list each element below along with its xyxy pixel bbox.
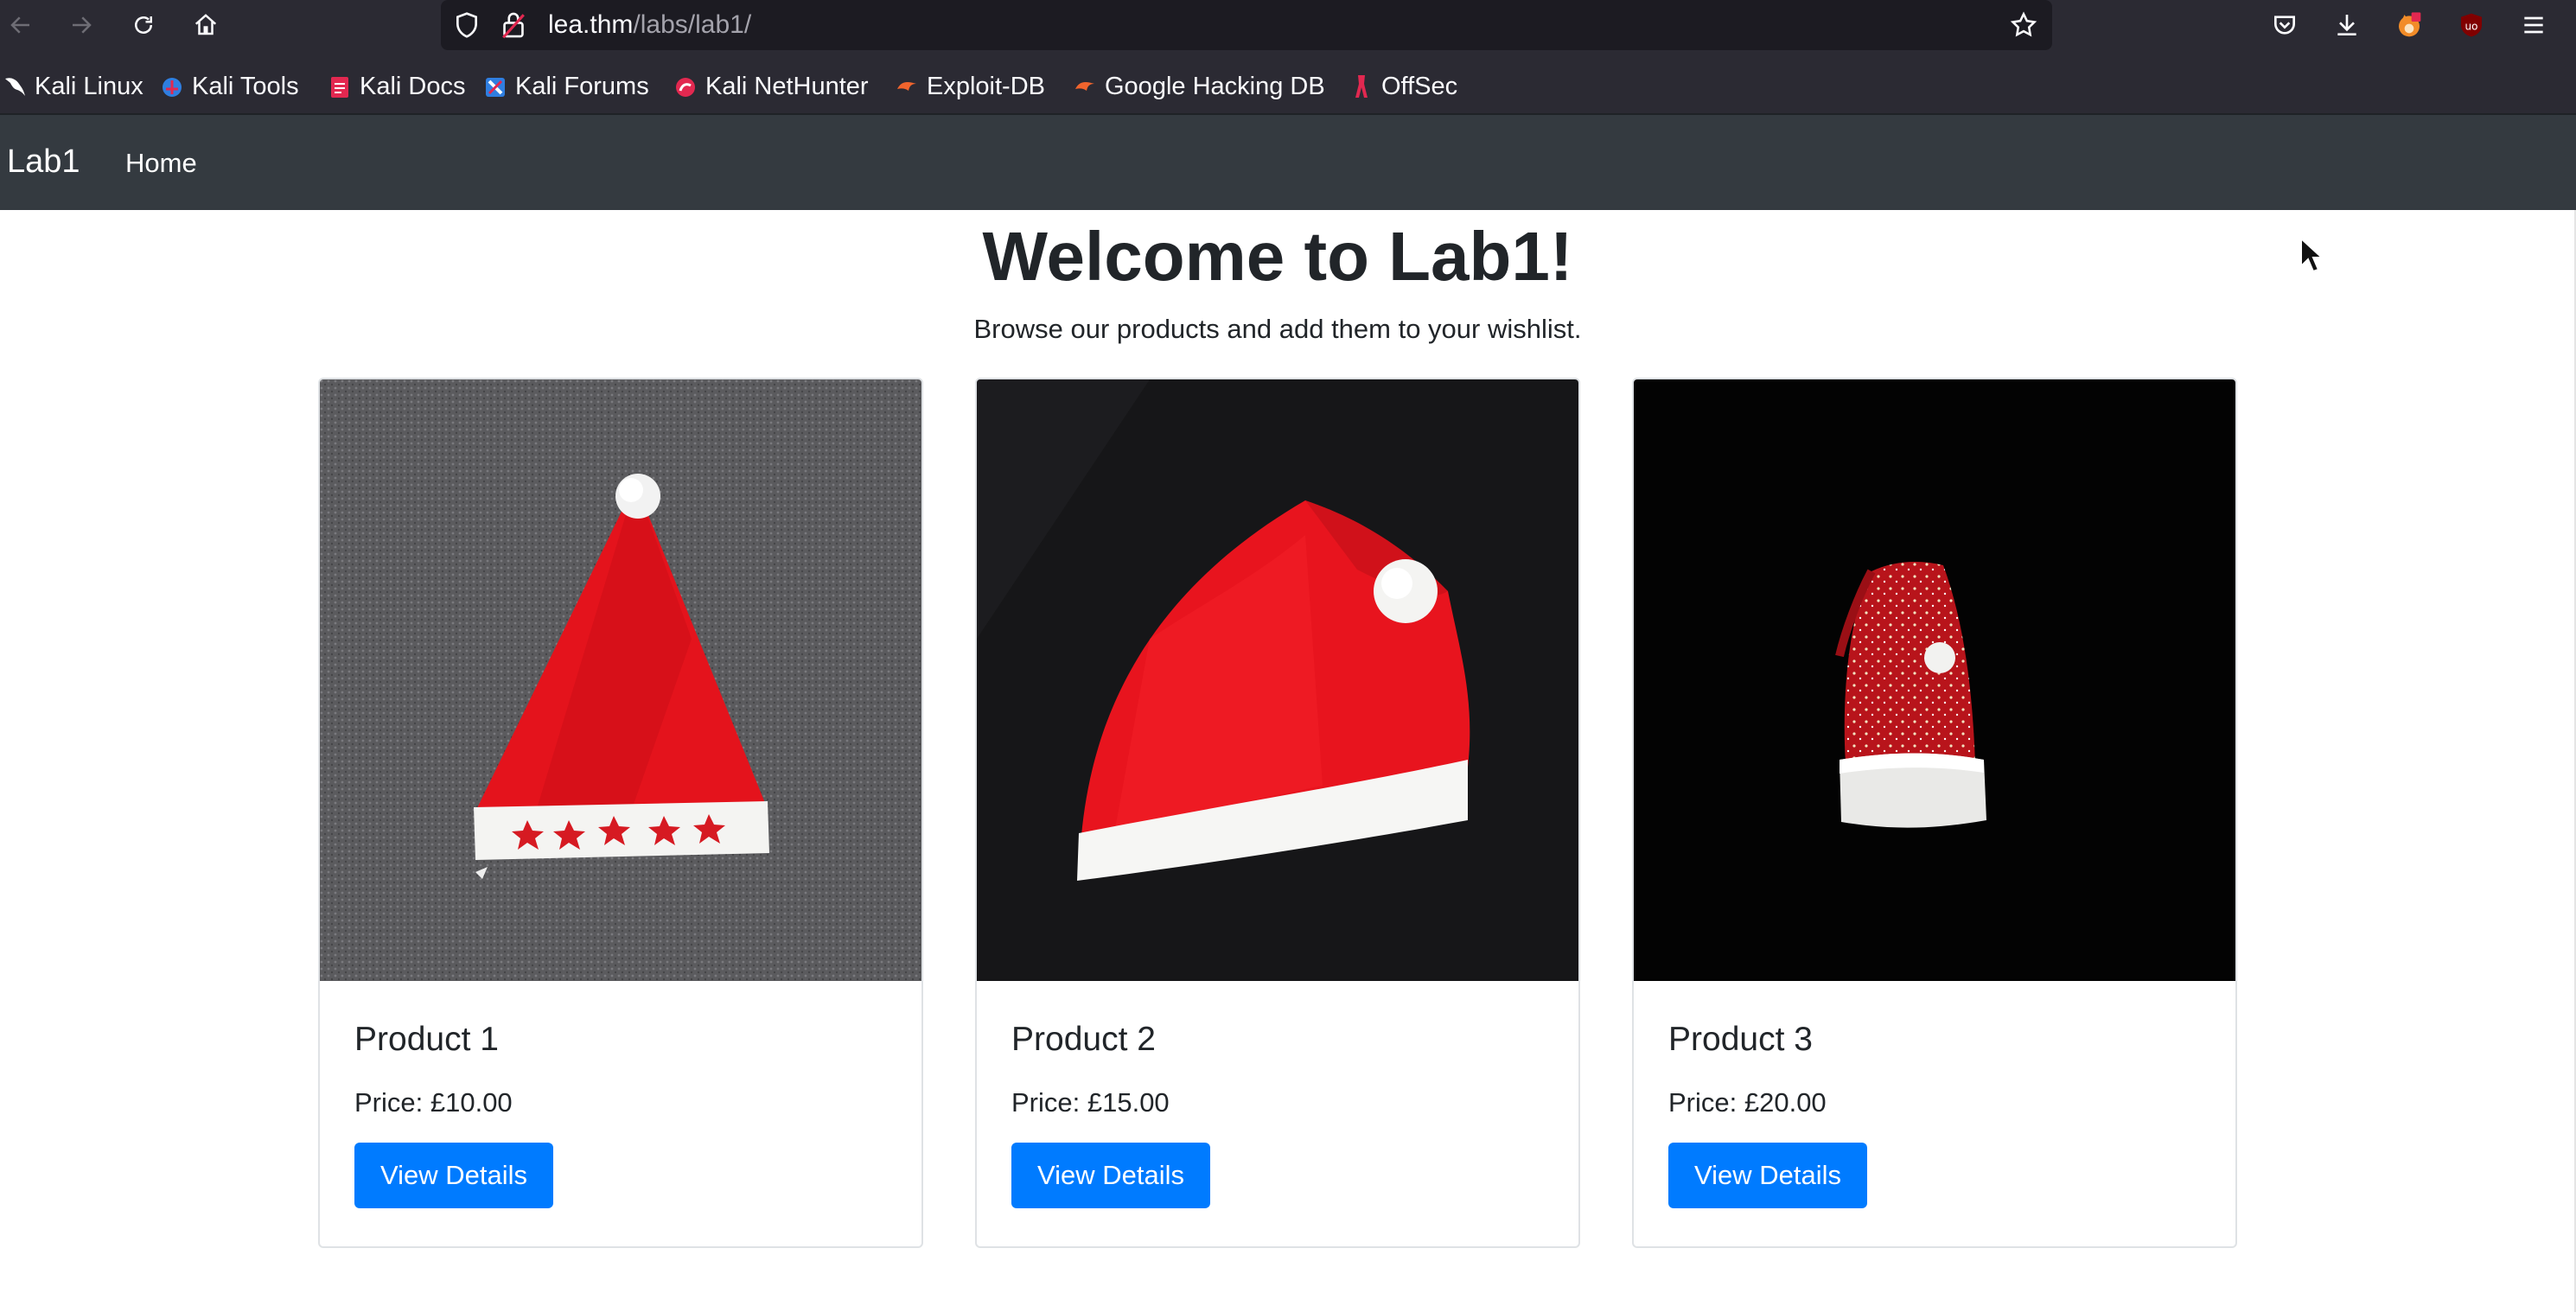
santa-hat-image [977,379,1578,981]
bookmark-exploit-db[interactable]: Exploit-DB [896,71,1045,102]
arrow-right-icon [73,16,92,34]
home-button[interactable] [187,6,225,44]
pocket-button[interactable] [2267,7,2303,43]
kali-tools-icon [163,78,182,97]
navbar-brand[interactable]: Lab1 [7,143,80,181]
pocket-icon [2274,16,2295,35]
foxyproxy-icon [2399,12,2421,37]
product-title: Product 3 [1668,1021,1813,1058]
bookmark-kali-nethunter[interactable]: Kali NetHunter [674,71,869,102]
google-hacking-db-icon [1075,82,1094,91]
product-card: Product 2 Price: £15.00 View Details [975,378,1580,1248]
reload-icon [135,16,152,34]
view-details-button[interactable]: View Details [354,1143,553,1208]
ublock-icon: uo [2461,13,2482,37]
product-image[interactable] [320,379,921,981]
back-button[interactable] [2,6,40,44]
exploit-db-icon [897,82,916,91]
bookmark-label: Kali Forums [515,72,649,100]
bookmark-label: OffSec [1381,72,1458,100]
lock-icon[interactable] [500,10,527,40]
foxyproxy-extension-button[interactable] [2391,7,2427,43]
bookmark-offsec[interactable]: OffSec [1350,71,1457,102]
mouse-cursor-icon [2300,237,2324,273]
arrow-left-icon [10,16,29,34]
hamburger-menu-icon [2524,16,2543,34]
kali-forums-icon [486,78,505,97]
downloads-button[interactable] [2329,7,2365,43]
offsec-icon [1355,75,1368,98]
view-details-button[interactable]: View Details [1668,1143,1867,1208]
url-text[interactable]: lea.thm/labs/lab1/ [548,10,751,40]
url-host: lea.thm [548,10,634,39]
bookmark-kali-tools[interactable]: Kali Tools [161,71,299,102]
product-price: Price: £10.00 [354,1087,513,1118]
url-path: /labs/lab1/ [633,10,752,39]
kali-docs-icon [331,77,348,98]
bookmark-label: Google Hacking DB [1105,72,1325,100]
bookmark-label: Kali Docs [360,72,466,100]
bookmark-label: Exploit-DB [927,72,1045,100]
bookmark-label: Kali Linux [35,72,143,100]
bookmark-kali-docs[interactable]: Kali Docs [328,71,466,102]
product-image[interactable] [977,379,1578,981]
santa-hat-image [320,379,921,981]
page-content: Welcome to Lab1! Browse our products and… [0,210,2576,1312]
url-bar[interactable]: lea.thm/labs/lab1/ [441,0,2052,50]
reload-button[interactable] [124,6,163,44]
kali-nethunter-icon [676,78,695,97]
product-image[interactable] [1634,379,2235,981]
product-title: Product 1 [354,1021,499,1058]
forward-button[interactable] [62,6,100,44]
kali-dragon-icon [5,78,25,96]
product-price: Price: £15.00 [1011,1087,1170,1118]
product-card: Product 1 Price: £10.00 View Details [318,378,923,1248]
product-price: Price: £20.00 [1668,1087,1827,1118]
ublock-extension-button[interactable]: uo [2453,7,2490,43]
bookmark-google-hacking-db[interactable]: Google Hacking DB [1074,71,1325,102]
browser-toolbar: lea.thm/labs/lab1/ uo [0,0,2576,50]
nav-link-home[interactable]: Home [125,148,197,179]
product-card: Product 3 Price: £20.00 View Details [1632,378,2237,1248]
star-icon[interactable] [2009,10,2038,40]
santa-hat-image [1634,379,2235,981]
product-title: Product 2 [1011,1021,1156,1058]
bookmark-label: Kali NetHunter [705,72,869,100]
bookmark-kali-linux[interactable]: Kali Linux [3,71,143,102]
page-title: Welcome to Lab1! [982,218,1573,295]
svg-text:uo: uo [2465,20,2478,32]
bookmark-label: Kali Tools [192,72,299,100]
bookmarks-toolbar: Kali Linux Kali Tools Kali Docs Kali For… [0,61,2576,112]
browser-chrome: lea.thm/labs/lab1/ uo Kali Linux Kali To… [0,0,2576,113]
view-details-button[interactable]: View Details [1011,1143,1210,1208]
site-navbar: Lab1 Home [0,113,2576,210]
home-icon [194,14,217,35]
download-icon [2337,15,2356,35]
bookmark-kali-forums[interactable]: Kali Forums [484,71,649,102]
page-subtitle: Browse our products and add them to your… [973,314,1582,344]
app-menu-button[interactable] [2515,7,2552,43]
shield-icon[interactable] [453,11,481,39]
